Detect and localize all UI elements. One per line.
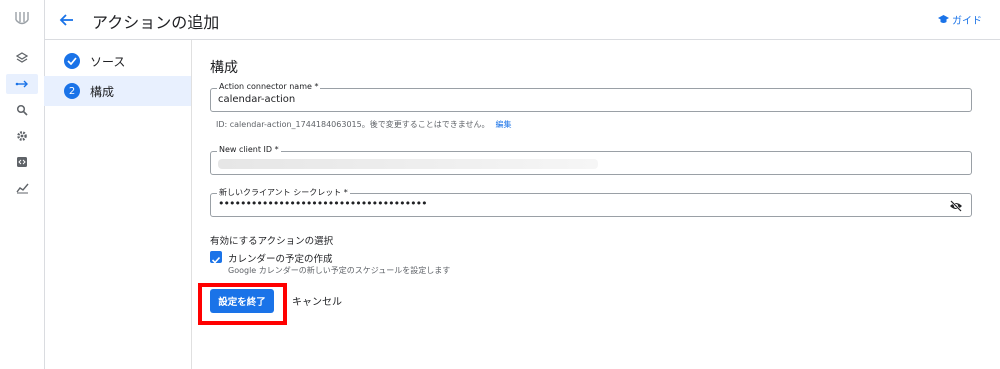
step-label: 構成 bbox=[90, 84, 115, 99]
client-id-label: New client ID * bbox=[217, 145, 281, 154]
action-option-description: Google カレンダーの新しい予定のスケジュールを設定します bbox=[228, 266, 451, 275]
checkmark-icon bbox=[211, 256, 221, 264]
visibility-off-icon[interactable] bbox=[949, 199, 963, 213]
step-label: ソース bbox=[90, 54, 126, 69]
rail-item-settings[interactable] bbox=[12, 126, 32, 146]
edit-id-link[interactable]: 編集 bbox=[495, 120, 511, 129]
search-icon bbox=[16, 104, 28, 116]
graduation-cap-icon bbox=[938, 15, 949, 23]
connector-id-helper: ID: calendar-action_1744184063015。後で変更する… bbox=[216, 119, 511, 130]
connector-name-label: Action connector name * bbox=[217, 82, 321, 91]
app-logo-icon bbox=[15, 12, 29, 25]
step-source[interactable]: ソース bbox=[44, 46, 191, 76]
connector-name-value: calendar-action bbox=[218, 94, 296, 105]
side-rail bbox=[0, 0, 45, 369]
action-option-label: カレンダーの予定の作成 bbox=[228, 254, 333, 265]
code-icon bbox=[17, 157, 27, 167]
check-circle-icon bbox=[64, 53, 80, 69]
layers-icon bbox=[16, 52, 28, 63]
step-number: 2 bbox=[64, 83, 80, 99]
cancel-button[interactable]: キャンセル bbox=[292, 293, 342, 308]
guide-link[interactable]: ガイド bbox=[938, 12, 982, 27]
action-checkbox[interactable] bbox=[210, 251, 222, 264]
page-title: アクションの追加 bbox=[92, 13, 220, 32]
client-id-blurred-value bbox=[218, 159, 598, 169]
rail-item-search[interactable] bbox=[12, 100, 32, 120]
highlight-box bbox=[198, 283, 287, 325]
connector-id-text: ID: calendar-action_1744184063015。後で変更する… bbox=[216, 120, 490, 129]
connector-name-field[interactable]: Action connector name * calendar-action bbox=[210, 82, 972, 112]
step-list: ソース 2 構成 bbox=[44, 40, 192, 369]
rail-item-actions[interactable] bbox=[6, 74, 38, 94]
actions-section-label: 有効にするアクションの選択 bbox=[210, 236, 334, 247]
guide-label: ガイド bbox=[952, 16, 982, 27]
section-heading: 構成 bbox=[210, 60, 238, 76]
rail-item-analytics[interactable] bbox=[12, 178, 32, 198]
main-panel: 構成 Action connector name * calendar-acti… bbox=[192, 40, 1000, 369]
arrows-icon bbox=[15, 80, 28, 88]
gear-icon bbox=[17, 131, 27, 141]
client-id-field[interactable]: New client ID * bbox=[210, 145, 972, 175]
rail-item-code[interactable] bbox=[12, 152, 32, 172]
client-secret-field[interactable]: 新しいクライアント シークレット * •••••••••••••••••••••… bbox=[210, 187, 972, 217]
client-secret-value: •••••••••••••••••••••••••••••••••••••• bbox=[218, 197, 428, 210]
analytics-icon bbox=[15, 183, 29, 194]
top-bar: アクションの追加 ガイド bbox=[44, 0, 1000, 40]
back-arrow-icon[interactable] bbox=[57, 10, 77, 30]
step-config[interactable]: 2 構成 bbox=[44, 76, 191, 106]
rail-item-layers[interactable] bbox=[12, 48, 32, 68]
